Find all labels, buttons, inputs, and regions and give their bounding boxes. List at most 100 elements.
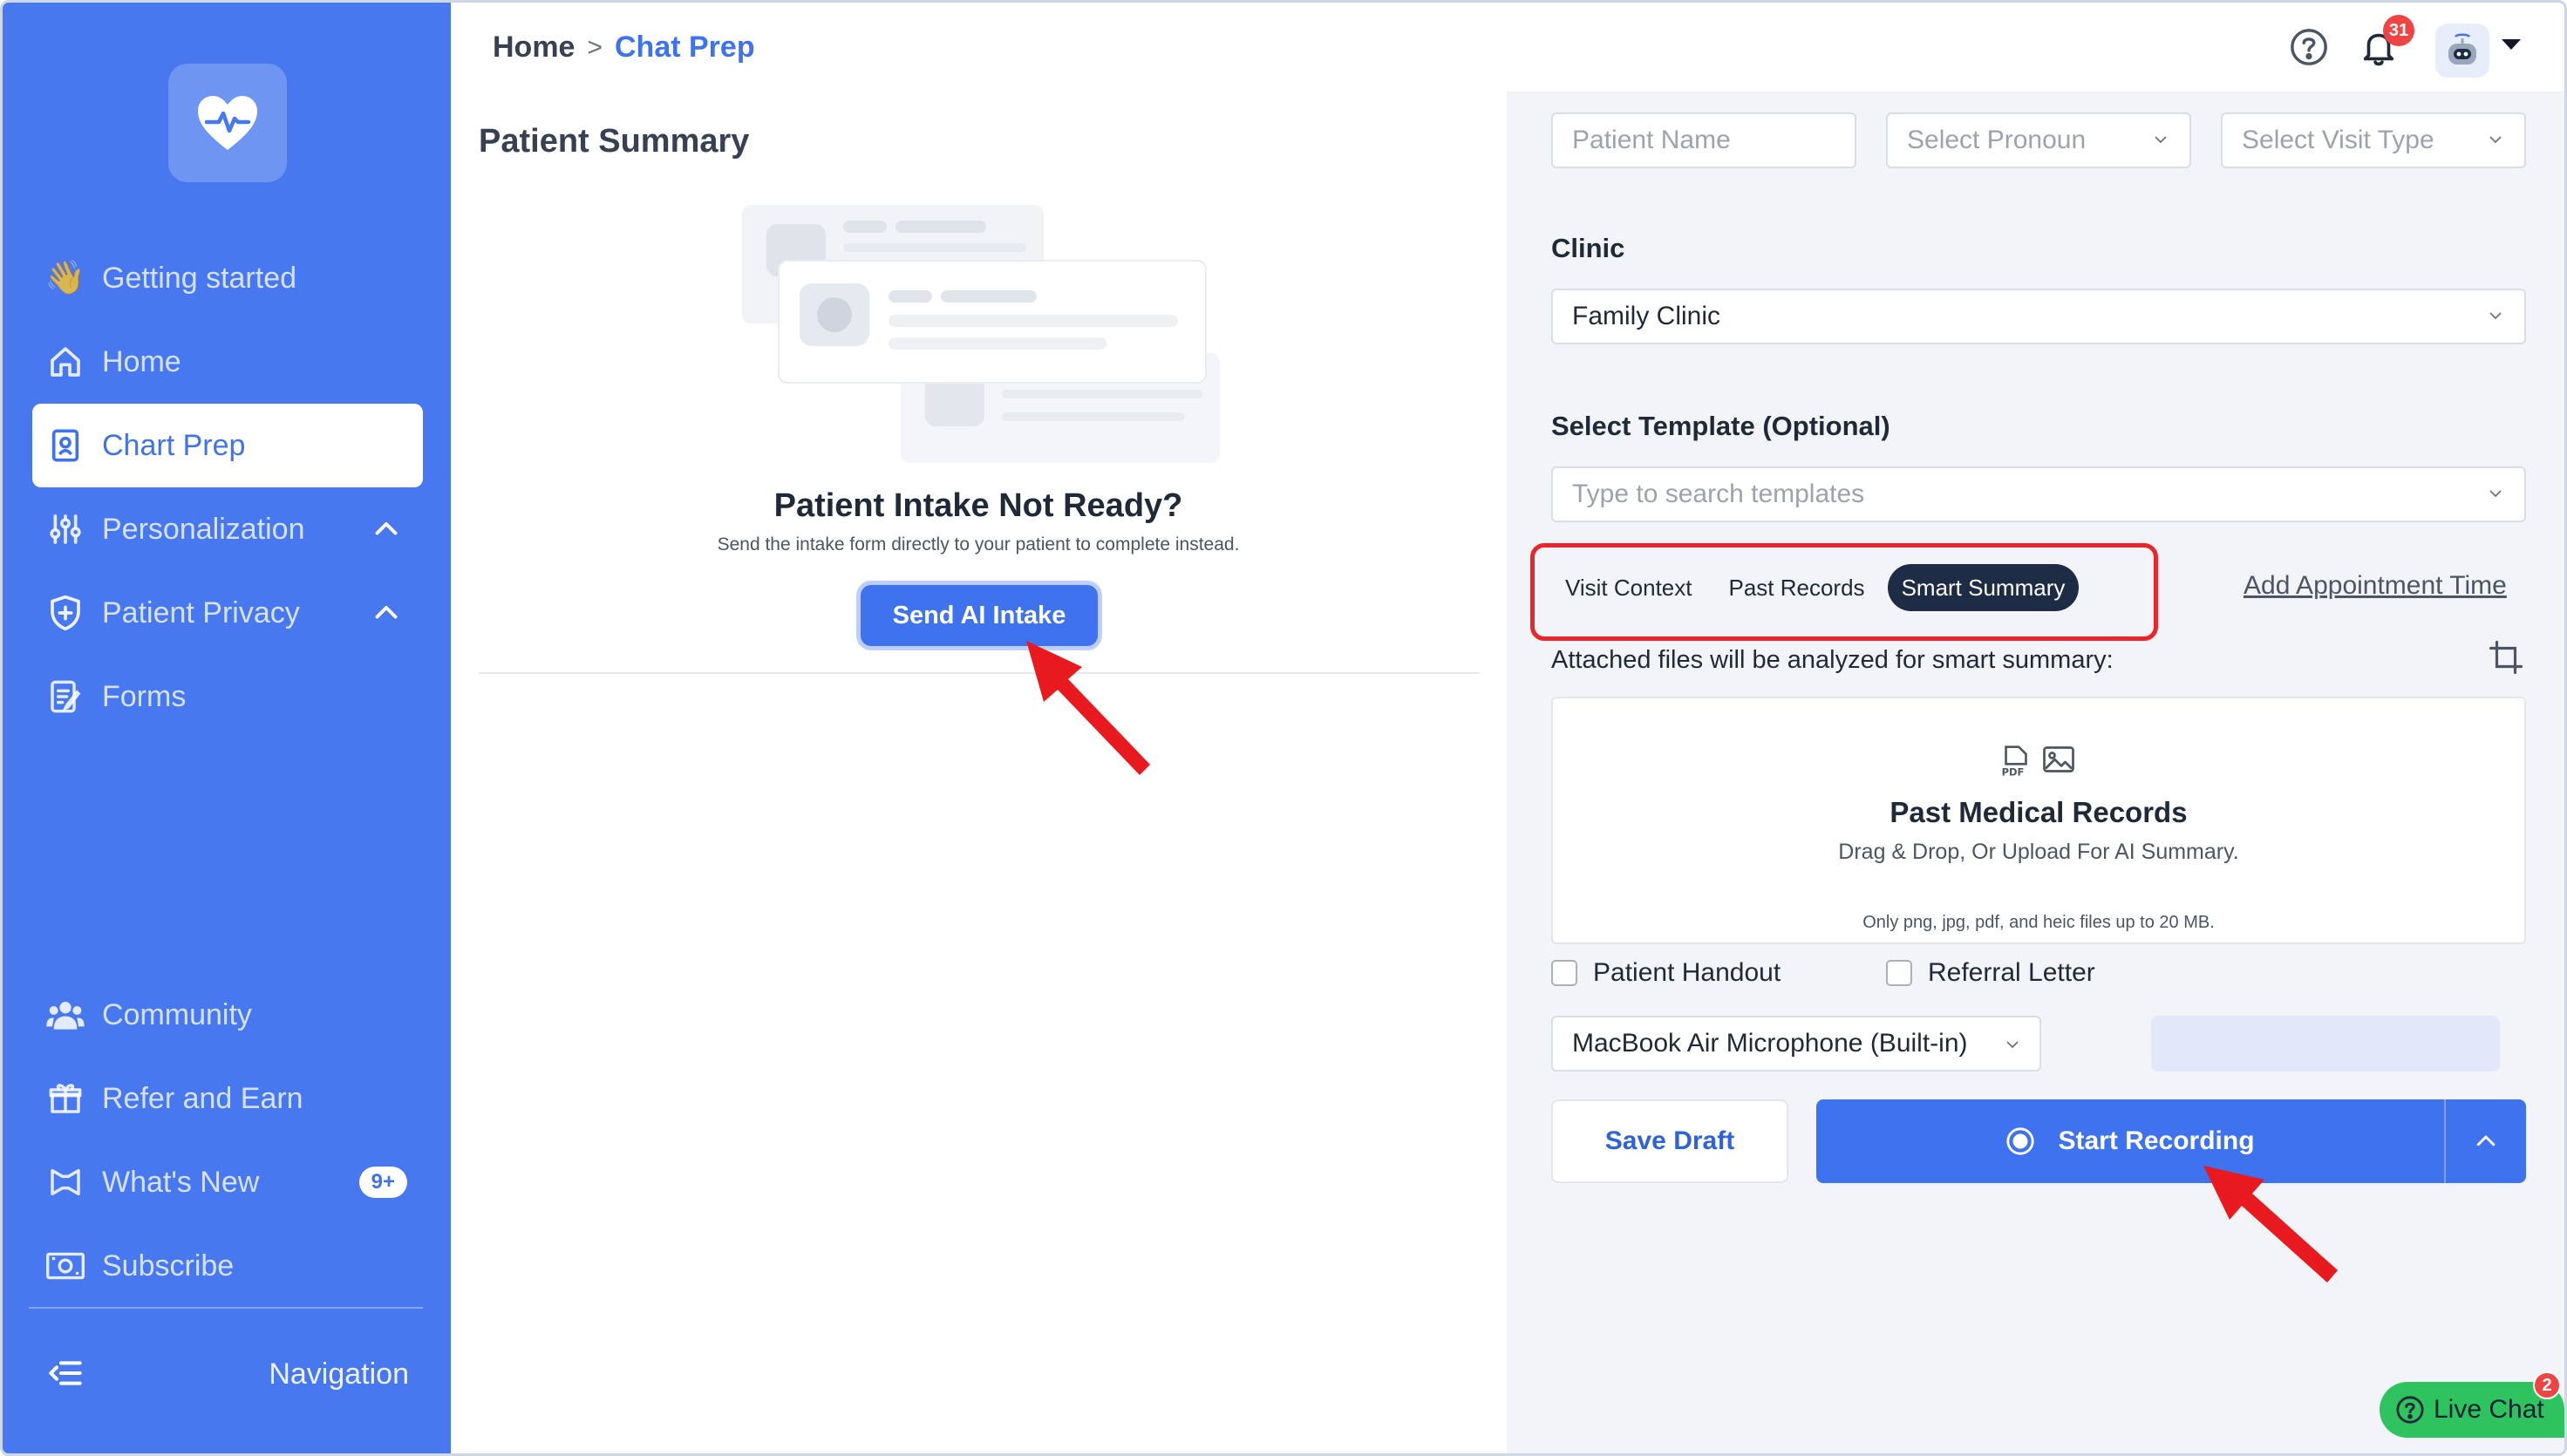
template-placeholder: Type to search templates — [1572, 480, 1865, 508]
chevron-down-icon — [2489, 136, 2502, 144]
add-appointment-time-link[interactable]: Add Appointment Time — [2244, 571, 2507, 601]
template-label: Select Template (Optional) — [1551, 411, 1890, 441]
help-icon[interactable] — [2289, 27, 2329, 67]
collapse-label: Navigation — [269, 1357, 409, 1391]
sidebar: 👋 Getting started Home Chart Prep Person… — [3, 3, 451, 1453]
upload-subtitle: Drag & Drop, Or Upload For AI Summary. — [1838, 840, 2239, 864]
sidebar-item-community[interactable]: Community — [32, 973, 423, 1057]
pronoun-placeholder: Select Pronoun — [1907, 126, 2087, 154]
intake-illustration — [742, 205, 1220, 463]
chevron-down-icon — [2006, 1041, 2019, 1049]
patient-handout-checkbox[interactable]: Patient Handout — [1551, 958, 1781, 988]
referral-letter-checkbox[interactable]: Referral Letter — [1886, 958, 2095, 988]
robot-icon — [2448, 33, 2476, 65]
account-menu-caret[interactable] — [2502, 39, 2521, 50]
svg-text:PDF: PDF — [2002, 765, 2025, 777]
breadcrumb-separator: > — [587, 32, 603, 62]
collapse-menu-icon — [46, 1354, 85, 1392]
audio-level-meter — [2151, 1016, 2500, 1072]
sidebar-item-label: Community — [102, 997, 252, 1031]
clinic-label: Clinic — [1551, 233, 1625, 263]
help-icon — [2396, 1396, 2424, 1424]
microphone-value: MacBook Air Microphone (Built-in) — [1572, 1029, 1968, 1058]
record-icon — [2006, 1127, 2035, 1155]
whats-new-badge: 9+ — [358, 1167, 407, 1198]
form-icon — [46, 677, 85, 716]
gift-icon — [46, 1079, 85, 1118]
sidebar-item-subscribe[interactable]: Subscribe — [32, 1224, 423, 1308]
file-upload-dropzone[interactable]: PDF Past Medical Records Drag & Drop, Or… — [1551, 697, 2526, 944]
annotation-arrow-recording — [2203, 1166, 2338, 1283]
breadcrumb-home[interactable]: Home — [493, 31, 575, 65]
checkbox-label: Referral Letter — [1928, 958, 2095, 987]
start-recording-button[interactable]: Start Recording — [1816, 1099, 2444, 1183]
start-recording-label: Start Recording — [2058, 1126, 2255, 1155]
home-icon — [46, 343, 85, 381]
upload-icons: PDF — [2001, 745, 2074, 777]
megaphone-icon — [46, 1163, 85, 1201]
clinic-select[interactable]: Family Clinic — [1551, 289, 2526, 344]
checkbox-box[interactable] — [1551, 960, 1577, 986]
image-icon — [2043, 746, 2074, 772]
sidebar-item-whats-new[interactable]: What's New 9+ — [32, 1140, 423, 1224]
visit-type-select[interactable]: Select Visit Type — [2221, 112, 2526, 168]
notification-badge: 31 — [2383, 15, 2414, 46]
chevron-up-icon — [2476, 1135, 2496, 1146]
checkbox-box[interactable] — [1886, 960, 1912, 986]
chevron-up-icon[interactable] — [371, 514, 402, 545]
sidebar-item-label: Refer and Earn — [102, 1081, 303, 1115]
shield-plus-icon — [46, 594, 85, 632]
clinic-value: Family Clinic — [1572, 302, 1721, 330]
chevron-down-icon — [2489, 490, 2502, 498]
chevron-up-icon[interactable] — [371, 597, 402, 629]
upload-title: Past Medical Records — [1890, 796, 2188, 828]
intake-title: Patient Intake Not Ready? — [773, 487, 1183, 524]
clipboard-icon — [46, 426, 85, 465]
banknote-icon — [46, 1247, 85, 1285]
intake-subtitle: Send the intake form directly to your pa… — [717, 534, 1240, 555]
pdf-icon: PDF — [2002, 745, 2027, 777]
template-search-select[interactable]: Type to search templates — [1551, 466, 2526, 522]
sidebar-item-label: Patient Privacy — [102, 595, 300, 629]
sliders-icon — [46, 510, 85, 548]
live-chat-label: Live Chat — [2434, 1395, 2544, 1424]
sidebar-item-home[interactable]: Home — [32, 320, 423, 404]
sidebar-item-chart-prep[interactable]: Chart Prep — [32, 404, 423, 487]
sidebar-item-label: Chart Prep — [102, 428, 246, 462]
sidebar-item-getting-started[interactable]: 👋 Getting started — [32, 236, 423, 320]
panel-title: Patient Summary — [479, 123, 750, 160]
sidebar-collapse-toggle[interactable]: Navigation — [32, 1331, 423, 1415]
sidebar-item-label: Personalization — [102, 512, 305, 546]
tabs-annotation-highlight — [1530, 543, 2158, 641]
live-chat-badge: 2 — [2533, 1371, 2561, 1399]
microphone-select[interactable]: MacBook Air Microphone (Built-in) — [1551, 1016, 2041, 1072]
sidebar-item-personalization[interactable]: Personalization — [32, 487, 423, 571]
app-logo[interactable] — [168, 64, 287, 182]
chevron-down-icon — [2155, 136, 2167, 144]
avatar[interactable] — [2435, 24, 2489, 78]
patient-name-input[interactable]: Patient Name — [1551, 112, 1856, 168]
app-window: 👋 Getting started Home Chart Prep Person… — [0, 0, 2567, 1456]
recording-options-toggle[interactable] — [2444, 1099, 2526, 1183]
sidebar-item-label: Getting started — [102, 261, 297, 295]
breadcrumb-current: Chat Prep — [615, 31, 755, 64]
sidebar-item-label: What's New — [102, 1165, 260, 1199]
left-panel-divider — [479, 672, 1480, 674]
checkbox-label: Patient Handout — [1593, 958, 1781, 987]
visit-type-placeholder: Select Visit Type — [2242, 126, 2434, 154]
people-icon — [46, 996, 85, 1034]
sidebar-item-label: Home — [102, 344, 181, 378]
sidebar-divider — [29, 1307, 423, 1309]
attached-files-label: Attached files will be analyzed for smar… — [1551, 646, 2114, 674]
breadcrumb: Home > Chat Prep — [493, 31, 755, 65]
chevron-down-icon — [2489, 312, 2502, 320]
sidebar-item-forms[interactable]: Forms — [32, 655, 423, 738]
save-draft-button[interactable]: Save Draft — [1551, 1099, 1788, 1183]
sidebar-item-patient-privacy[interactable]: Patient Privacy — [32, 571, 423, 655]
heart-pulse-icon — [198, 96, 257, 150]
waving-hand-icon: 👋 — [44, 260, 86, 296]
sidebar-item-label: Forms — [102, 679, 187, 713]
sidebar-item-refer-and-earn[interactable]: Refer and Earn — [32, 1057, 423, 1140]
pronoun-select[interactable]: Select Pronoun — [1886, 112, 2191, 168]
crop-icon[interactable] — [2488, 639, 2524, 676]
